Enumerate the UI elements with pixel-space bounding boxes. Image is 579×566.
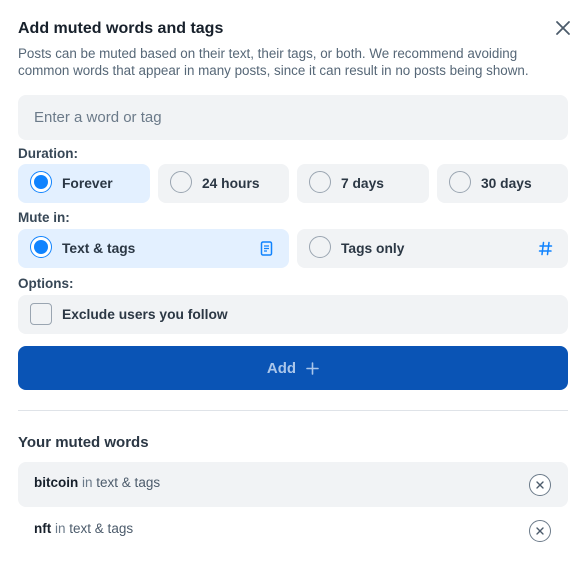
radio-button[interactable] bbox=[449, 171, 471, 193]
duration-option-7-days[interactable]: 7 days bbox=[297, 164, 429, 203]
exclude-following-label: Exclude users you follow bbox=[62, 307, 228, 322]
radio-button[interactable] bbox=[30, 236, 52, 258]
plus-icon bbox=[306, 361, 319, 375]
dialog-title: Add muted words and tags bbox=[18, 20, 224, 37]
muted-word-in: in bbox=[55, 521, 66, 536]
muted-words-title: Your muted words bbox=[18, 434, 149, 451]
close-icon bbox=[536, 527, 544, 535]
exclude-following-option[interactable]: Exclude users you follow bbox=[18, 295, 568, 334]
hashtag-icon bbox=[538, 241, 553, 256]
add-button[interactable]: Add bbox=[18, 346, 568, 390]
muted-word-row: bitcoin in text & tags bbox=[18, 462, 568, 507]
duration-option-label: 7 days bbox=[341, 176, 384, 191]
remove-muted-word-button[interactable] bbox=[529, 520, 551, 542]
mute-in-option-label: Tags only bbox=[341, 241, 405, 256]
muted-word: nft bbox=[34, 521, 52, 536]
word-input-container bbox=[18, 95, 568, 140]
close-button[interactable] bbox=[552, 17, 574, 39]
checkbox[interactable] bbox=[30, 303, 52, 325]
muted-word: bitcoin bbox=[34, 475, 79, 490]
duration-option-label: 30 days bbox=[481, 176, 532, 191]
mute-in-option-text-and-tags[interactable]: Text & tags bbox=[18, 229, 289, 268]
radio-button[interactable] bbox=[170, 171, 192, 193]
remove-muted-word-button[interactable] bbox=[529, 474, 551, 496]
options-label: Options: bbox=[18, 276, 74, 291]
duration-option-label: 24 hours bbox=[202, 176, 260, 191]
word-input[interactable] bbox=[18, 95, 568, 140]
duration-option-forever[interactable]: Forever bbox=[18, 164, 150, 203]
dialog-description: Posts can be muted based on their text, … bbox=[18, 46, 529, 78]
radio-button[interactable] bbox=[309, 236, 331, 258]
duration-option-30-days[interactable]: 30 days bbox=[437, 164, 568, 203]
mute-words-dialog: Add muted words and tags Posts can be mu… bbox=[0, 0, 579, 566]
duration-label: Duration: bbox=[18, 146, 78, 161]
close-icon bbox=[556, 21, 570, 35]
duration-option-label: Forever bbox=[62, 176, 113, 191]
mute-in-label: Mute in: bbox=[18, 210, 70, 225]
muted-word-row: nft in text & tags bbox=[18, 508, 568, 553]
document-icon bbox=[260, 241, 273, 256]
add-button-label: Add bbox=[266, 359, 297, 377]
divider bbox=[18, 410, 568, 411]
radio-button[interactable] bbox=[309, 171, 331, 193]
muted-word-in: in bbox=[82, 475, 93, 490]
muted-word-scope: text & tags bbox=[69, 521, 134, 536]
close-icon bbox=[536, 481, 544, 489]
muted-word-scope: text & tags bbox=[96, 475, 161, 490]
mute-in-option-label: Text & tags bbox=[62, 241, 136, 256]
mute-in-option-tags-only[interactable]: Tags only bbox=[297, 229, 568, 268]
radio-button[interactable] bbox=[30, 171, 52, 193]
muted-word-text: nft in text & tags bbox=[34, 521, 133, 536]
muted-word-text: bitcoin in text & tags bbox=[34, 475, 160, 490]
duration-option-24-hours[interactable]: 24 hours bbox=[158, 164, 289, 203]
